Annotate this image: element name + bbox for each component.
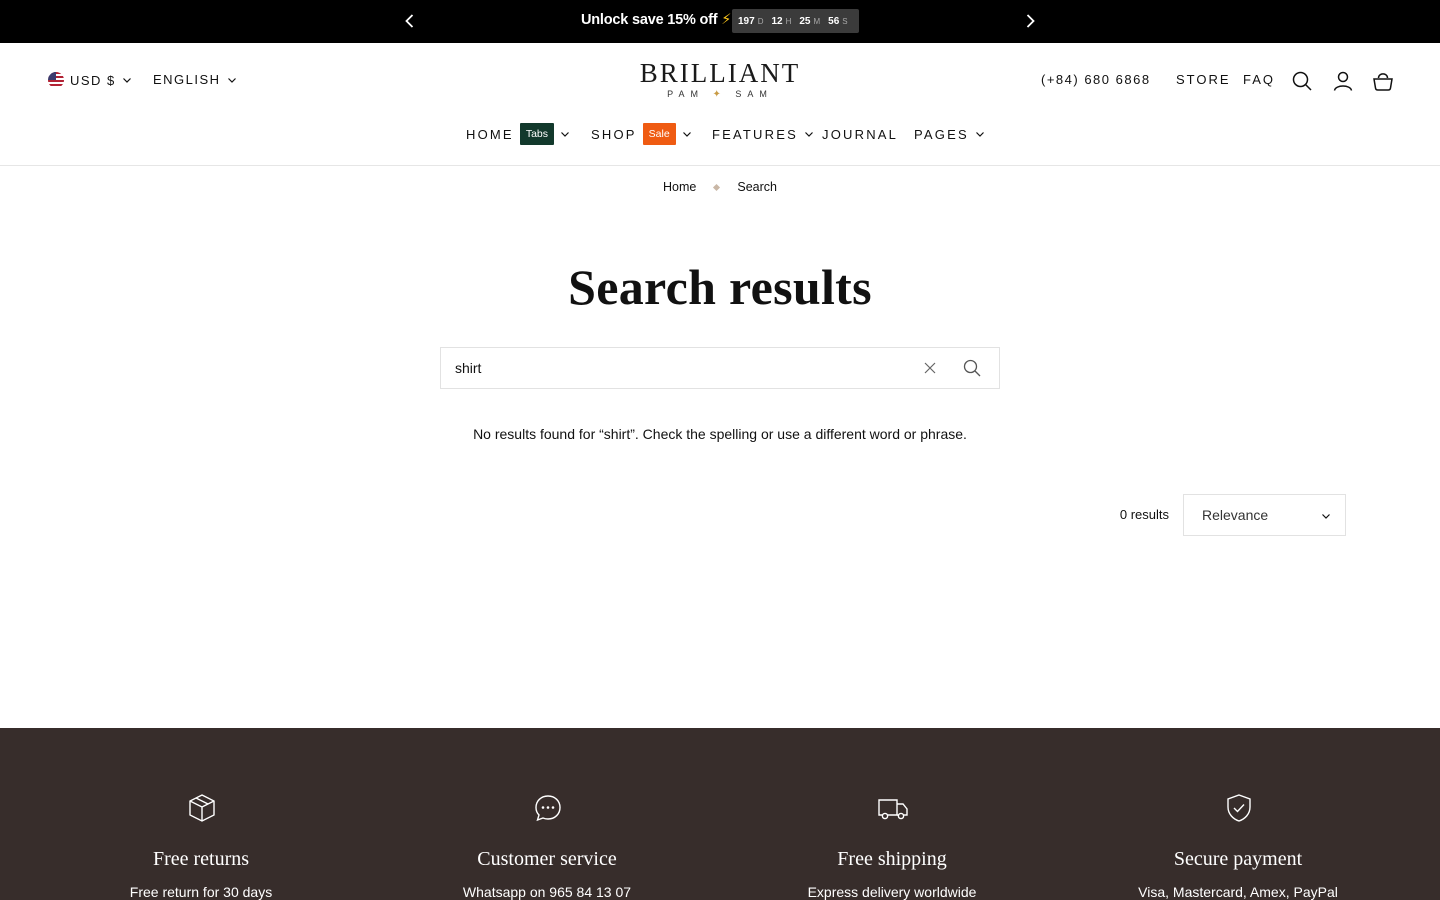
search-form: [440, 347, 1000, 389]
nav-home-label: HOME: [466, 126, 514, 142]
chevron-left-icon: [405, 14, 414, 28]
feature-subtitle: Visa, Mastercard, Amex, PayPal: [1138, 884, 1338, 900]
countdown-hours: 12 H: [771, 15, 792, 27]
chevron-down-icon: [227, 77, 236, 83]
search-icon: [1292, 71, 1312, 91]
chevron-down-icon: [682, 132, 691, 137]
truck-icon: [877, 792, 909, 824]
faq-link[interactable]: FAQ: [1243, 72, 1275, 87]
box-icon: [186, 792, 218, 824]
sort-selected-value: Relevance: [1202, 507, 1269, 523]
account-button[interactable]: [1331, 69, 1355, 93]
sort-select[interactable]: Relevance: [1183, 494, 1346, 536]
us-flag-icon: [48, 72, 64, 88]
currency-label: USD $: [70, 72, 116, 88]
announcement-next-button[interactable]: [1020, 11, 1040, 31]
feature-subtitle: Express delivery worldwide: [807, 884, 977, 900]
user-icon: [1333, 71, 1353, 91]
announcement-message: Unlock save 15% off ⚡: [581, 12, 731, 28]
chevron-down-icon: [561, 132, 569, 137]
nav-item-shop[interactable]: SHOP Sale: [591, 120, 692, 148]
countdown-timer: 197 D 12 H 25 M 56 S: [732, 9, 859, 33]
announcement-prev-button[interactable]: [400, 11, 420, 31]
phone-link[interactable]: (+84) 680 6868: [1041, 72, 1151, 87]
chevron-right-icon: [1026, 14, 1035, 28]
tabs-badge: Tabs: [519, 123, 554, 145]
no-results-message: No results found for “shirt”. Check the …: [473, 426, 967, 442]
nav-item-journal[interactable]: JOURNAL: [822, 120, 898, 148]
breadcrumb-current: Search: [737, 180, 777, 194]
site-header: USD $ ENGLISH BRILLIANT PAM ✦ SAM (+84) …: [0, 43, 1440, 166]
chevron-down-icon: [805, 132, 813, 137]
breadcrumb-separator: [713, 183, 721, 191]
store-link[interactable]: STORE: [1176, 72, 1231, 87]
feature-title: Free shipping: [837, 848, 947, 870]
sale-badge: Sale: [642, 123, 676, 145]
shield-check-icon: [1223, 792, 1255, 824]
feature-title: Customer service: [477, 848, 617, 870]
star-icon: ✦: [712, 89, 727, 100]
countdown-seconds: 56 S: [828, 15, 848, 27]
feature-subtitle: Whatsapp on 965 84 13 07: [462, 884, 632, 900]
page-title: Search results: [568, 259, 872, 315]
nav-item-pages[interactable]: PAGES: [914, 120, 985, 148]
announcement-bar: Unlock save 15% off ⚡ 197 D 12 H 25 M 56 S: [0, 0, 1440, 43]
language-label: ENGLISH: [153, 72, 221, 87]
nav-item-home[interactable]: HOME Tabs: [466, 120, 570, 148]
close-icon[interactable]: [922, 360, 938, 376]
search-input[interactable]: [455, 348, 895, 388]
nav-journal-label: JOURNAL: [822, 126, 899, 142]
announcement-text: Unlock save 15% off: [581, 12, 718, 28]
brand-logo[interactable]: BRILLIANT PAM ✦ SAM: [620, 58, 820, 100]
main-navigation: HOME Tabs SHOP Sale FEATURES JOURNAL PAG…: [0, 120, 1440, 148]
chevron-down-icon: [975, 132, 984, 137]
results-count: 0 results: [1119, 507, 1169, 522]
feature-title: Free returns: [152, 848, 250, 870]
nav-item-features[interactable]: FEATURES: [712, 120, 814, 148]
logo-wordmark: BRILLIANT: [639, 58, 801, 88]
header-search-button[interactable]: [1290, 69, 1314, 93]
search-submit-icon[interactable]: [962, 358, 982, 378]
features-strip: Free returns Free return for 30 days Cus…: [0, 728, 1440, 900]
breadcrumb: Home Search: [0, 180, 1440, 194]
chat-icon: [532, 792, 564, 824]
currency-selector[interactable]: USD $: [48, 72, 132, 88]
bolt-icon: ⚡: [721, 12, 732, 28]
chevron-down-icon: [122, 78, 131, 83]
nav-shop-label: SHOP: [591, 126, 637, 142]
feature-title: Secure payment: [1173, 848, 1303, 870]
logo-tagline: PAM ✦ SAM: [667, 89, 773, 100]
countdown-days: 197 D: [738, 15, 764, 27]
nav-pages-label: PAGES: [914, 126, 969, 142]
basket-icon: [1373, 73, 1393, 91]
chevron-down-icon: [1322, 514, 1330, 519]
countdown-minutes: 25 M: [799, 15, 821, 27]
nav-features-label: FEATURES: [712, 126, 798, 142]
language-selector[interactable]: ENGLISH: [153, 72, 237, 87]
cart-button[interactable]: [1371, 69, 1395, 93]
breadcrumb-home-link[interactable]: Home: [663, 180, 696, 194]
feature-subtitle: Free return for 30 days: [129, 884, 273, 900]
